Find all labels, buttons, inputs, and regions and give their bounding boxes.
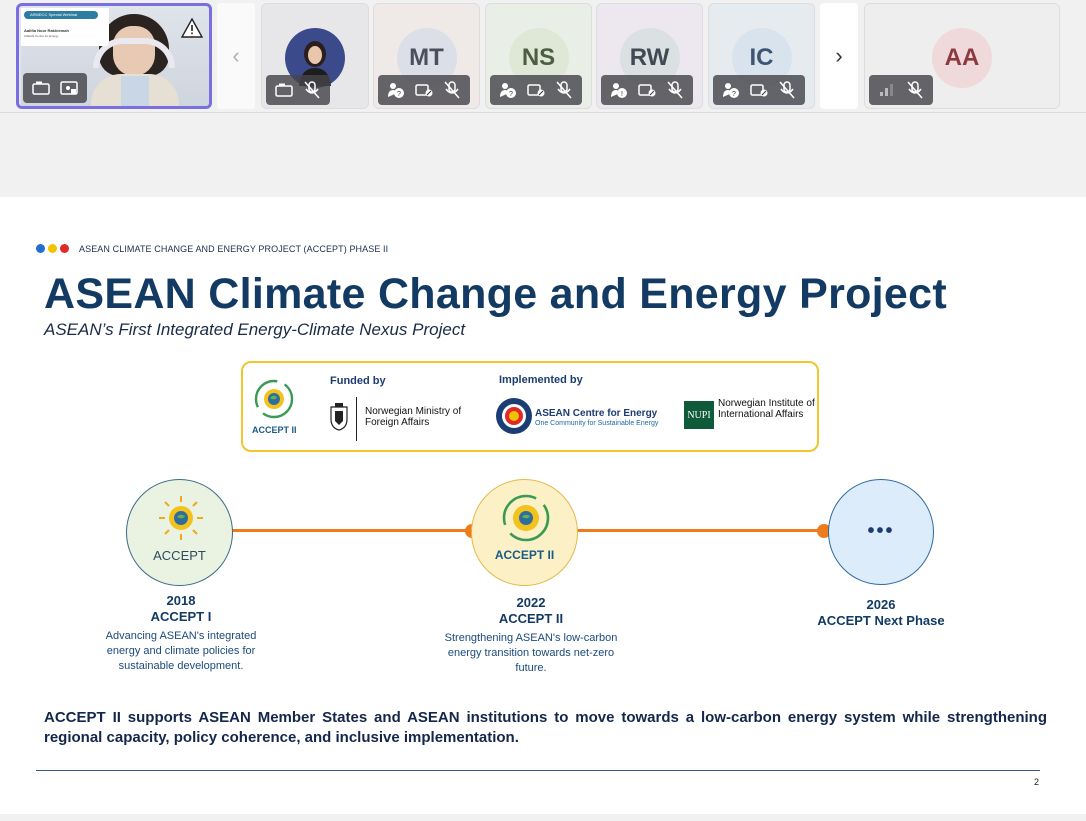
norway-ministry-name: Norwegian Ministry of Foreign Affairs [365,406,462,428]
next-phase-circle: ••• [828,479,934,585]
chevron-left-icon: ‹ [232,43,240,68]
chevron-right-icon: › [835,43,843,68]
raised-hand-icon[interactable]: ? [720,79,742,101]
divider [356,397,357,441]
raised-hand-icon[interactable]: ? [385,79,407,101]
accept-ii-circle: ACCEPT II [471,479,578,586]
participant-controls [869,75,933,105]
stage-year: 2022 [516,595,546,610]
shared-slide: ASEAN CLIMATE CHANGE AND ENERGY PROJECT … [0,197,1086,814]
sun-globe-icon [502,494,550,542]
blue-dot [36,244,45,253]
stage-year: 2018 [166,593,196,608]
ace-logo-icon [496,398,532,434]
accept-ii-logo-text: ACCEPT II [494,548,555,562]
mic-muted-icon[interactable] [301,79,323,101]
camera-icon[interactable] [30,77,52,99]
mic-muted-icon[interactable] [904,79,926,101]
mic-muted-icon[interactable] [664,79,686,101]
warning-icon[interactable] [181,18,203,38]
camera-off-icon[interactable] [636,79,658,101]
brand-dots [36,244,69,253]
funded-by-label: Funded by [330,375,386,387]
stage-year: 2026 [866,597,896,612]
timeline-stage-2022: 2022 ACCEPT II Strengthening ASEAN's low… [436,595,626,676]
partners-panel: ACCEPT II Funded by Norwegian Ministry o… [241,361,819,452]
share-screen-icon[interactable] [58,77,80,99]
page-number: 2 [1034,777,1040,787]
accept-i-logo-text: ACCEPT [153,548,206,563]
nupi-name: Norwegian Institute of International Aff… [718,398,815,420]
participant-controls: ? [490,75,582,105]
implemented-by-label: Implemented by [499,374,583,386]
participant-tile-ic[interactable]: IC ? [708,3,815,109]
stage-description: Strengthening ASEAN's low-carbon energy … [444,632,618,674]
svg-text:?: ? [732,91,736,98]
signal-icon [876,79,898,101]
webinar-badge: ARMECC Special Webinar Aalifia Noor Rakh… [21,8,109,46]
ace-tagline: One Community for Sustainable Energy [535,420,659,427]
mic-muted-icon[interactable] [776,79,798,101]
norway-crest-icon [330,403,348,431]
speaker-name: Aalifia Noor Rakhiemah [24,28,69,33]
svg-text:?: ? [509,91,513,98]
presenter-shirt [121,76,149,106]
slide-subtitle: ASEAN’s First Integrated Energy-Climate … [44,320,466,339]
prev-participants-button[interactable]: ‹ [217,3,255,109]
slide-title: ASEAN Climate Change and Energy Project [44,270,947,318]
participant-tile-1[interactable] [261,3,369,109]
sun-globe-icon [159,496,203,540]
svg-text:!: ! [621,91,623,98]
stage-description: Advancing ASEAN's integrated energy and … [105,630,257,672]
raised-hand-icon[interactable]: ! [608,79,630,101]
slide-kicker: ASEAN CLIMATE CHANGE AND ENERGY PROJECT … [79,244,389,254]
participant-controls [266,75,330,105]
participant-tile-aa[interactable]: AA [864,3,1060,109]
stage-phase: ACCEPT Next Phase [817,613,945,628]
footer-rule [36,770,1040,771]
stage-phase: ACCEPT I [150,609,212,624]
more-icon: ••• [867,520,895,542]
timeline-stage-2026: 2026 ACCEPT Next Phase [801,597,961,629]
mic-muted-icon[interactable] [441,79,463,101]
participant-tile-ns[interactable]: NS ? [485,3,592,109]
slide-summary: ACCEPT II supports ASEAN Member States a… [44,709,1047,746]
camera-off-icon[interactable] [525,79,547,101]
timeline-stage-2018: 2018 ACCEPT I Advancing ASEAN's integrat… [96,593,266,674]
ace-name: ASEAN Centre for Energy [535,408,658,419]
sun-globe-icon [254,379,294,419]
accept-i-circle: ACCEPT [126,479,233,586]
nupi-logo: NUPI [684,401,714,429]
participant-controls: ! [601,75,693,105]
webinar-title: ARMECC Special Webinar [24,11,98,19]
speaker-org: ASEAN Centre for Energy [24,34,59,38]
avatar-aa: AA [932,28,992,88]
camera-off-icon[interactable] [413,79,435,101]
red-dot [60,244,69,253]
mic-muted-icon[interactable] [553,79,575,101]
svg-text:?: ? [397,91,401,98]
accept-ii-logo-text: ACCEPT II [252,425,297,435]
participant-controls: ? [378,75,470,105]
participant-tile-mt[interactable]: MT ? [373,3,480,109]
yellow-dot [48,244,57,253]
presenter-tile[interactable]: ARMECC Special Webinar Aalifia Noor Rakh… [16,3,212,109]
participant-strip: ARMECC Special Webinar Aalifia Noor Rakh… [0,0,1086,113]
participant-controls: ? [713,75,805,105]
camera-off-icon[interactable] [748,79,770,101]
meeting-window: ARMECC Special Webinar Aalifia Noor Rakh… [0,0,1086,821]
participant-tile-rw[interactable]: RW ! [596,3,703,109]
accept-ii-logo: ACCEPT II [249,377,299,443]
next-participants-button[interactable]: › [820,3,858,109]
camera-off-icon[interactable] [273,79,295,101]
presenter-controls [23,73,87,103]
stage-phase: ACCEPT II [498,611,564,626]
raised-hand-icon[interactable]: ? [497,79,519,101]
